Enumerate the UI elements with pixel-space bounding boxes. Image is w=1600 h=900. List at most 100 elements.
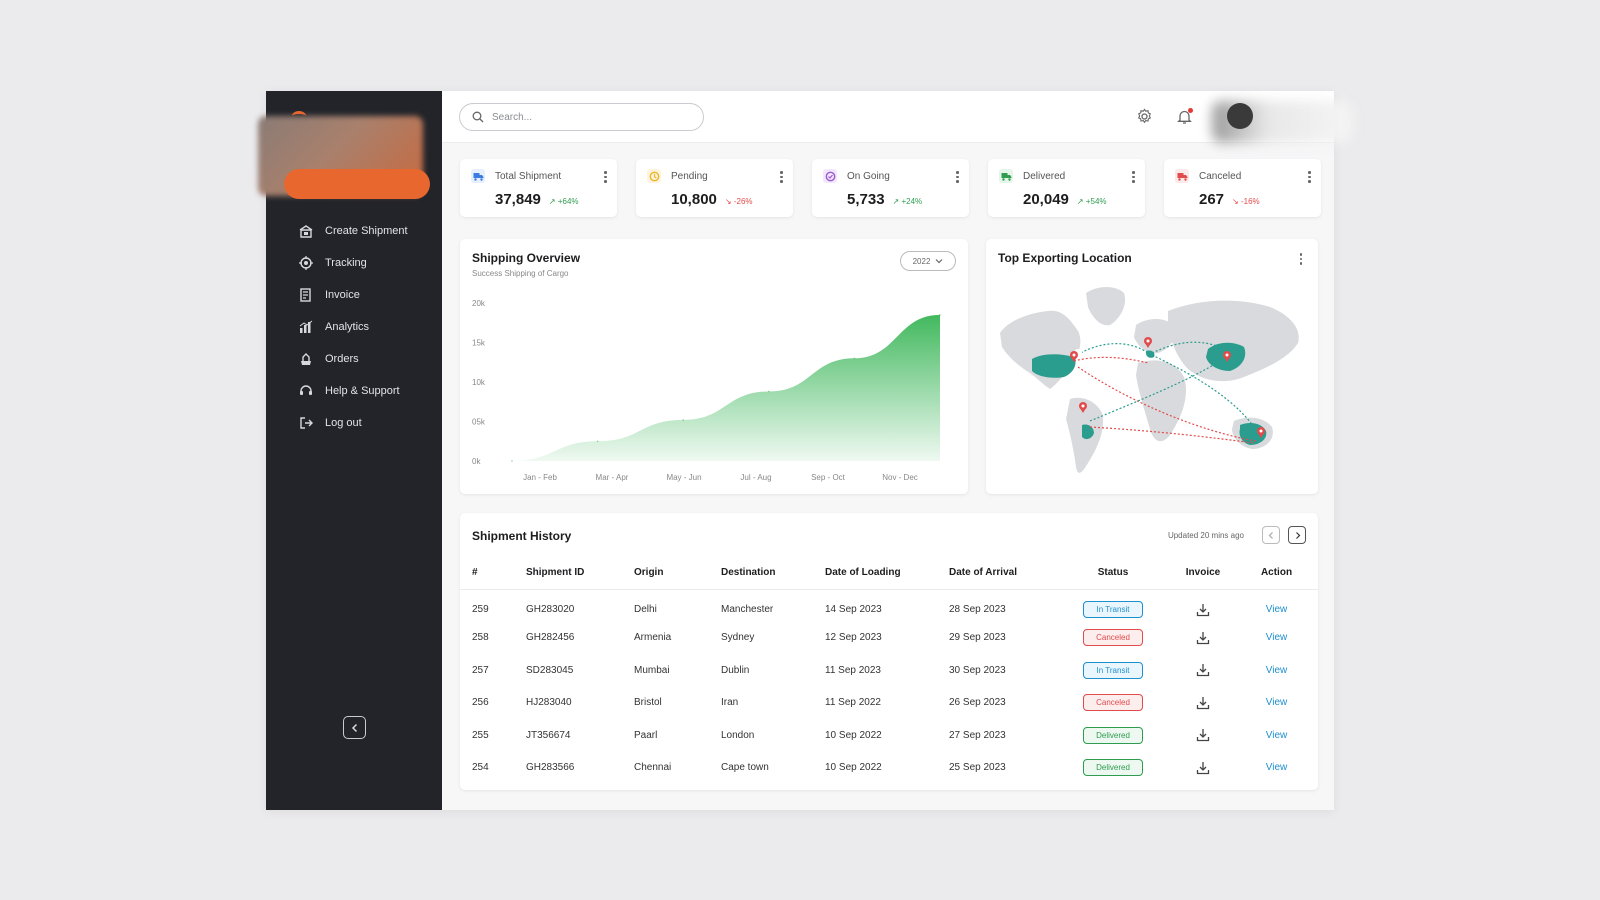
x-tick-label: May - Jun xyxy=(666,473,701,482)
panel-title: Top Exporting Location xyxy=(998,251,1132,265)
date-of-loading: 10 Sep 2022 xyxy=(825,762,882,774)
box-icon xyxy=(299,225,313,238)
x-tick-label: Jul - Aug xyxy=(740,473,771,482)
view-link[interactable]: View xyxy=(1266,697,1288,708)
sidebar-item-label: Help & Support xyxy=(325,385,400,397)
search-box[interactable] xyxy=(459,103,704,131)
search-icon xyxy=(472,111,484,123)
sidebar-item-orders[interactable]: Orders xyxy=(266,343,442,375)
data-point xyxy=(853,357,856,360)
data-point xyxy=(682,419,684,421)
stat-label: Canceled xyxy=(1199,170,1242,182)
area-series xyxy=(512,314,940,461)
chevron-left-icon xyxy=(351,723,357,732)
notification-button[interactable] xyxy=(1176,108,1193,125)
sidebar-item-help-support[interactable]: Help & Support xyxy=(266,375,442,407)
year-select[interactable]: 2022 xyxy=(900,251,956,271)
download-icon[interactable] xyxy=(1196,761,1210,775)
search-input[interactable] xyxy=(492,111,682,123)
next-page-button[interactable] xyxy=(1288,526,1306,544)
view-link[interactable]: View xyxy=(1266,665,1288,676)
sidebar-item-log-out[interactable]: Log out xyxy=(266,407,442,439)
x-tick-label: Nov - Dec xyxy=(882,473,918,482)
invoice-icon xyxy=(300,288,311,302)
stat-label: Delivered xyxy=(1023,170,1066,182)
shipping-overview-panel: 0k 05k 10k 15k 20k Jan - Feb Mar - Apr May - Ju… xyxy=(460,239,968,494)
logo-mark xyxy=(292,111,306,121)
table-row: 259 GH283020 Delhi Manchester 14 Sep 202… xyxy=(460,589,1318,622)
sidebar-item-tracking[interactable]: Tracking xyxy=(266,247,442,279)
y-tick-label: 15k xyxy=(472,339,486,348)
column-header: # xyxy=(460,557,526,590)
download-icon[interactable] xyxy=(1196,728,1210,742)
view-link[interactable]: View xyxy=(1266,604,1288,615)
sidebar-item-label: Analytics xyxy=(325,321,370,333)
stat-label: Pending xyxy=(671,170,708,182)
column-header: Date of Loading xyxy=(825,557,949,590)
gear-icon[interactable] xyxy=(1136,108,1153,125)
destination: London xyxy=(721,729,755,741)
origin: Armenia xyxy=(634,632,672,644)
status-badge: Delivered xyxy=(1083,726,1143,744)
updated-timestamp: Updated 20 mins ago xyxy=(1167,531,1244,540)
row-number: 259 xyxy=(472,604,489,615)
avatar[interactable] xyxy=(1227,103,1253,129)
view-link[interactable]: View xyxy=(1266,730,1288,741)
orders-icon xyxy=(301,353,311,365)
prev-page-button[interactable] xyxy=(1262,526,1280,544)
download-icon[interactable] xyxy=(1196,603,1210,617)
route-icon xyxy=(823,169,837,183)
stats-row: Total Shipment 37,849 ↗ +64% Pending 10,… xyxy=(460,159,1321,217)
target-icon xyxy=(299,256,313,270)
kebab-menu-icon[interactable] xyxy=(780,171,783,185)
stat-change: ↘ -16% xyxy=(1232,197,1260,206)
download-icon[interactable] xyxy=(1196,696,1210,710)
sidebar-item-label: Create Shipment xyxy=(325,225,408,237)
stat-change: ↗ +64% xyxy=(548,197,579,206)
kebab-menu-icon[interactable] xyxy=(604,171,607,185)
truck-icon xyxy=(471,169,485,183)
kebab-menu-icon[interactable] xyxy=(956,171,959,185)
column-header: Date of Arrival xyxy=(949,557,1065,590)
y-tick-label: 20k xyxy=(472,299,486,308)
table-row: 256 HJ283040 Bristol Iran 11 Sep 2022 26… xyxy=(460,687,1318,720)
date-of-arrival: 27 Sep 2023 xyxy=(949,729,1006,741)
date-of-arrival: 26 Sep 2023 xyxy=(949,697,1006,709)
sidebar-item-analytics[interactable]: Analytics xyxy=(266,311,442,343)
y-tick-label: 05k xyxy=(472,418,486,427)
download-icon[interactable] xyxy=(1196,663,1210,677)
destination: Cape town xyxy=(721,762,769,774)
shipment-history-panel: Shipment History Updated 20 mins ago # S… xyxy=(460,513,1318,790)
row-number: 256 xyxy=(472,697,489,709)
view-link[interactable]: View xyxy=(1266,632,1288,643)
y-tick-label: 0k xyxy=(472,457,481,466)
row-number: 257 xyxy=(472,664,489,676)
y-tick-label: 10k xyxy=(472,378,486,387)
delivered-truck-icon xyxy=(999,169,1013,183)
shipment-id: SD283045 xyxy=(526,664,574,676)
column-header: Destination xyxy=(721,557,825,590)
date-of-loading: 11 Sep 2023 xyxy=(825,664,881,676)
stat-change: ↘ -26% xyxy=(724,197,753,206)
kebab-menu-icon[interactable] xyxy=(1299,253,1302,267)
notification-dot xyxy=(1188,108,1193,113)
column-header: Shipment ID xyxy=(526,557,634,590)
stat-value: 10,800 xyxy=(671,191,717,208)
stat-card-pending: Pending 10,800 ↘ -26% xyxy=(636,159,793,217)
shipment-history-table: # Shipment ID Origin Destination Date of… xyxy=(460,557,1318,784)
status-badge: In Transit xyxy=(1083,661,1143,679)
kebab-menu-icon[interactable] xyxy=(1132,171,1135,185)
shipment-id: GH282456 xyxy=(526,632,575,644)
download-icon[interactable] xyxy=(1196,631,1210,645)
sidebar-nav: Create Shipment Tracking Invoice Analyti… xyxy=(266,215,442,439)
column-header: Status xyxy=(1065,557,1161,590)
sidebar-item-invoice[interactable]: Invoice xyxy=(266,279,442,311)
data-point xyxy=(596,440,599,443)
sidebar-item-create-shipment[interactable]: Create Shipment xyxy=(266,215,442,247)
date-of-arrival: 28 Sep 2023 xyxy=(949,604,1006,615)
kebab-menu-icon[interactable] xyxy=(1308,171,1311,185)
stat-label: On Going xyxy=(847,170,890,182)
sidebar-collapse-button[interactable] xyxy=(343,716,366,739)
status-badge: In Transit xyxy=(1083,601,1143,618)
view-link[interactable]: View xyxy=(1266,762,1288,773)
